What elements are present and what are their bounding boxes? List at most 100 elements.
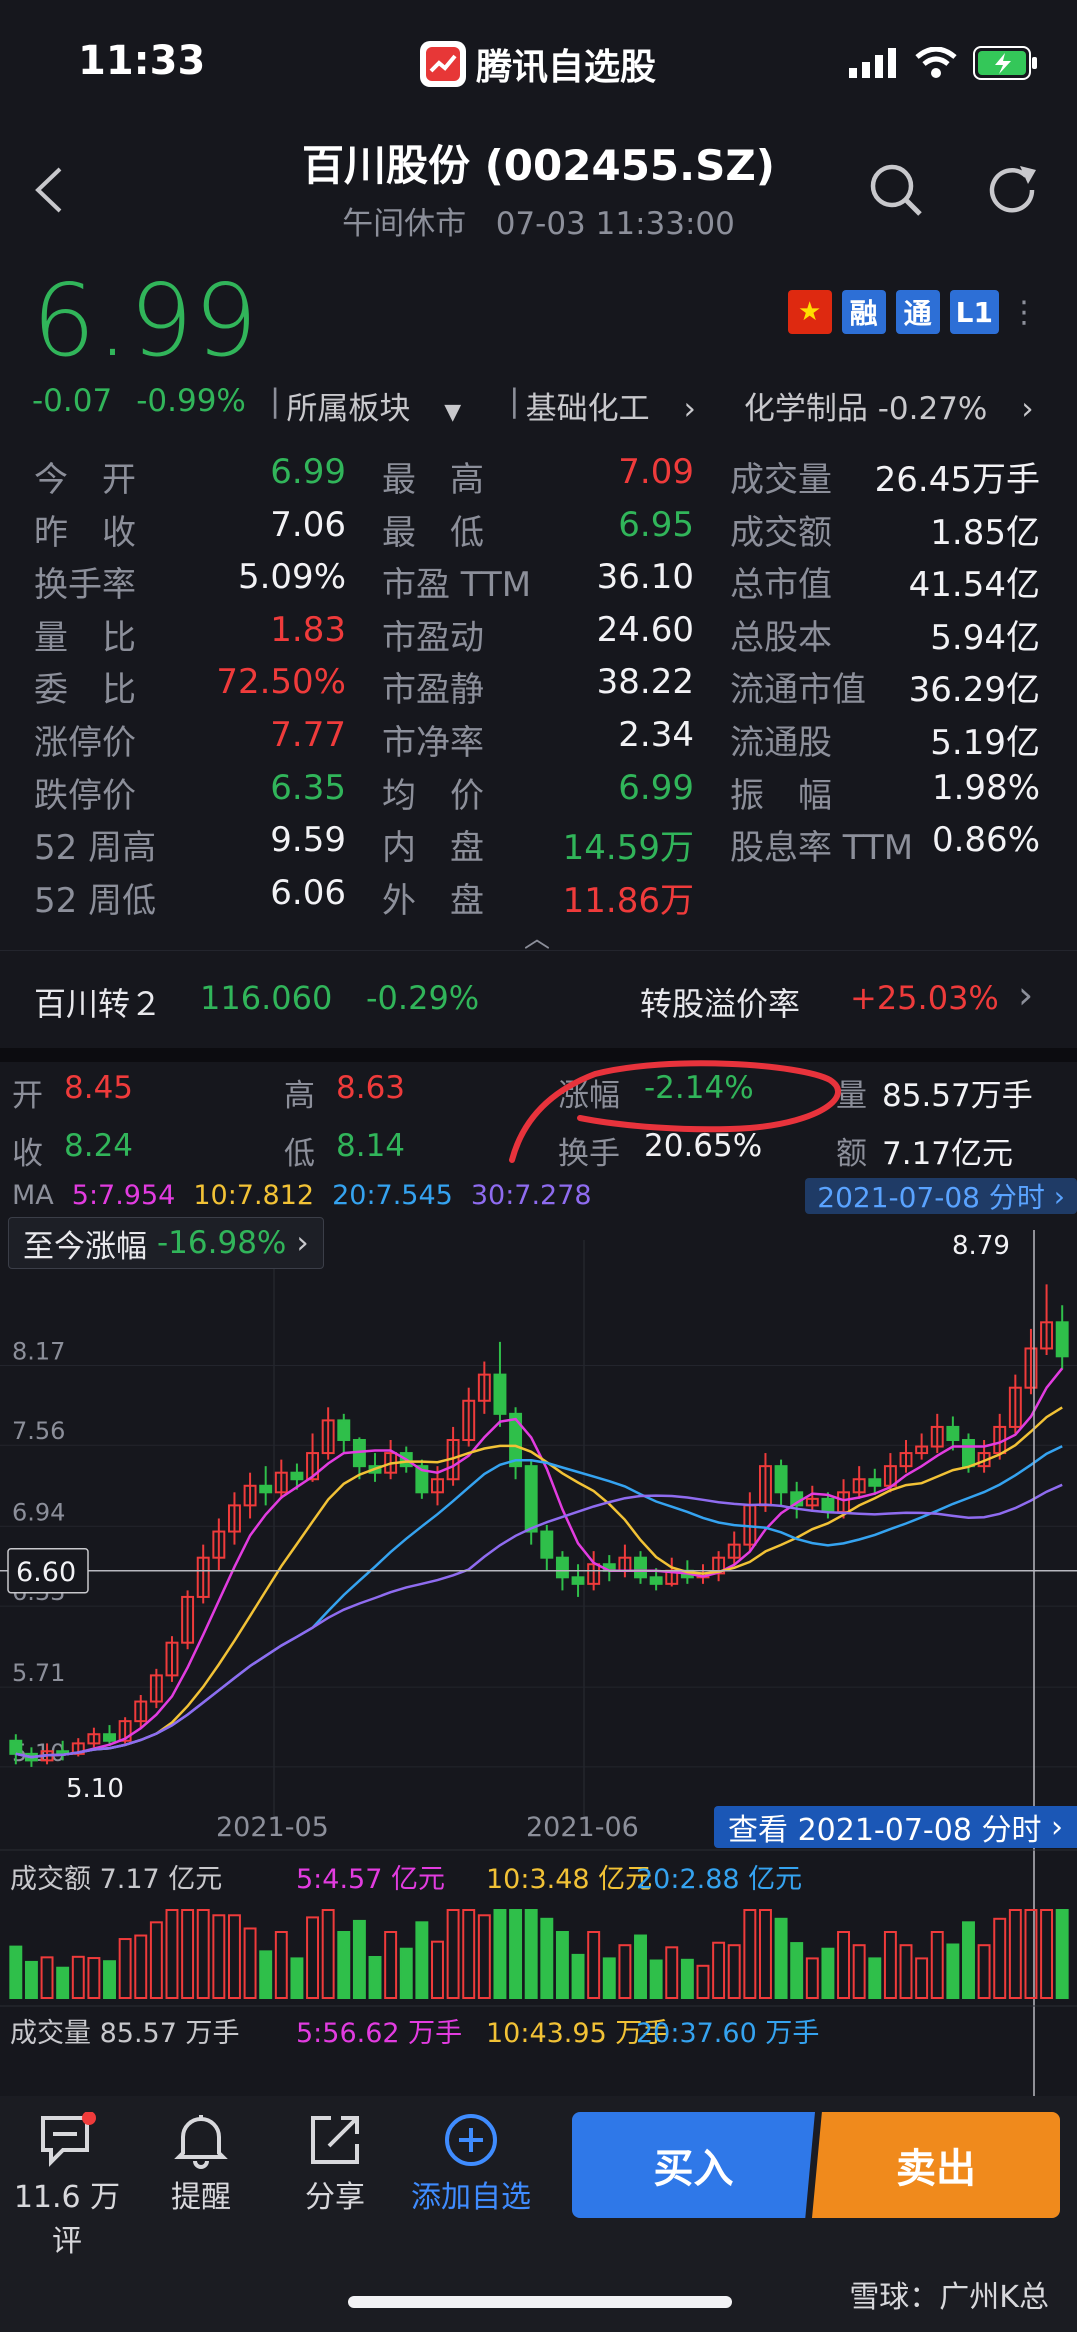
amount-bar (602, 1957, 616, 2000)
stat-value: 6.06 (270, 873, 346, 913)
candle-body (9, 1739, 23, 1755)
since-change-box[interactable]: 至今涨幅 -16.98% › (8, 1217, 324, 1269)
amount-bar (587, 1931, 601, 1999)
amount-bar (446, 1909, 460, 1999)
more-icon[interactable]: ⋮ (1009, 295, 1039, 330)
stat-label: 昨 收 (34, 513, 136, 553)
ma30-line (15, 1483, 1063, 1759)
x-tick-label: 2021-06 (526, 1812, 639, 1843)
connect-badge[interactable]: 通 (895, 290, 940, 334)
wifi-icon (915, 47, 957, 78)
stat-value: 11.86万 (562, 881, 694, 921)
stat-label: 振 幅 (730, 776, 832, 816)
home-indicator[interactable] (348, 2296, 732, 2308)
amount-bar (883, 1931, 897, 1999)
amount-bar (259, 1950, 273, 1999)
sector-link-2[interactable]: 化学制品 -0.27% › (744, 383, 1058, 428)
y-tick-label: 7.56 (12, 1417, 65, 1445)
stat-label: 52 周高 (34, 828, 157, 868)
stat-label: 量 比 (34, 618, 136, 658)
add-watchlist-button[interactable]: 添加自选 (400, 2108, 542, 2216)
candle-body (634, 1556, 647, 1579)
stat-label: 涨停价 (34, 723, 136, 763)
price-change-pct: -0.99% (136, 383, 246, 419)
kline-close: 8.24 (64, 1128, 134, 1164)
amount-bar (368, 1955, 382, 2000)
amount-bar (930, 1931, 944, 1999)
candle-body (290, 1471, 304, 1481)
candle-body (1055, 1321, 1069, 1358)
sector-1-name: 基础化工 (525, 391, 650, 427)
amount-bar (727, 1944, 741, 2000)
stat-label: 市盈动 (382, 618, 484, 658)
amount-bar (915, 1957, 929, 2000)
refresh-icon[interactable] (982, 160, 1042, 220)
stat-label: 市盈 TTM (382, 565, 532, 605)
sector-dropdown[interactable]: 所属板块 ▼ (286, 383, 485, 428)
amount-bar (477, 1914, 491, 2000)
sector-2-name: 化学制品 -0.27% (743, 391, 988, 427)
chevron-right-icon: › (296, 1225, 309, 1261)
candle-body (103, 1733, 116, 1742)
candle-body (649, 1576, 663, 1585)
amount-bar (352, 1919, 366, 1999)
chevron-right-icon: › (1018, 973, 1034, 1017)
since-label: 至今涨幅 (23, 1228, 147, 1265)
stat-value: 7.77 (270, 715, 346, 755)
search-icon[interactable] (866, 160, 926, 220)
amount-bar (571, 1953, 585, 2000)
convertible-bond-row[interactable]: 百川转２ 116.060 -0.29% 转股溢价率 +25.03% › (0, 950, 1077, 1051)
stat-value: 1.83 (270, 610, 346, 650)
amount-bar (118, 1938, 132, 1999)
stat-value: 5.94亿 (930, 618, 1040, 658)
volume-ma-label: 5:56.62 万手 (296, 2018, 462, 2049)
view-intraday-button[interactable]: 查看 2021-07-08 分时 › (714, 1806, 1077, 1848)
app-logo-icon (420, 41, 466, 87)
margin-badge[interactable]: 融 (841, 290, 886, 334)
amount-bar (165, 1909, 179, 1999)
amount-header: 成交额 7.17 亿元 (10, 1864, 222, 1895)
cb-change: -0.29% (366, 979, 480, 1017)
stat-value: 38.22 (596, 662, 694, 702)
sell-button[interactable]: 卖出 (812, 2112, 1060, 2218)
amount-bar (493, 1909, 507, 1999)
candle-body (337, 1419, 351, 1441)
amount-bar (977, 1944, 991, 2000)
change-row: -0.07 -0.99% | 所属板块 ▼ | 基础化工 › 化学制品 -0.2… (32, 383, 1077, 428)
amount-bar (899, 1944, 913, 2000)
kline-open-label: 开 (12, 1078, 43, 1114)
status-icons (849, 46, 1039, 80)
stat-value: 5.09% (237, 557, 346, 597)
cb-price: 116.060 (200, 979, 333, 1017)
amount-bar (509, 1909, 523, 1999)
stat-label: 均 价 (382, 776, 484, 816)
candle-body (868, 1478, 882, 1487)
sector-link-1[interactable]: 基础化工 › (526, 383, 720, 428)
amount-bar (1024, 1909, 1038, 1999)
comments-button[interactable]: 11.6 万评 (12, 2108, 122, 2260)
stat-label: 今 开 (34, 460, 136, 500)
candle-body (821, 1497, 835, 1513)
amount-bar (758, 1909, 772, 1999)
level1-badge[interactable]: L1 (949, 290, 999, 334)
alert-button[interactable]: 提醒 (146, 2108, 256, 2216)
amount-bar (852, 1944, 866, 2000)
add-watchlist-label: 添加自选 (411, 2180, 531, 2215)
share-icon (311, 2116, 359, 2164)
candle-body (774, 1465, 788, 1494)
amount-bar (837, 1931, 851, 1999)
buy-button[interactable]: 买入 (572, 2112, 815, 2218)
min-price-label: 5.10 (66, 1774, 124, 1804)
stat-label: 市净率 (382, 723, 484, 763)
amount-bar (9, 1945, 23, 1999)
share-button[interactable]: 分享 (280, 2108, 390, 2216)
amount-bar (962, 1921, 975, 2000)
amount-bar (993, 1917, 1007, 1999)
stat-value: 2.34 (618, 715, 694, 755)
x-tick-label: 2021-05 (216, 1812, 329, 1843)
amount-bar (696, 1964, 710, 1999)
candle-body (493, 1373, 507, 1415)
y-tick-label: 8.17 (12, 1337, 65, 1365)
kline-chart[interactable]: 8.177.566.946.335.715.106.608.795.102021… (0, 1170, 1077, 2100)
stat-label: 换手率 (34, 565, 136, 605)
